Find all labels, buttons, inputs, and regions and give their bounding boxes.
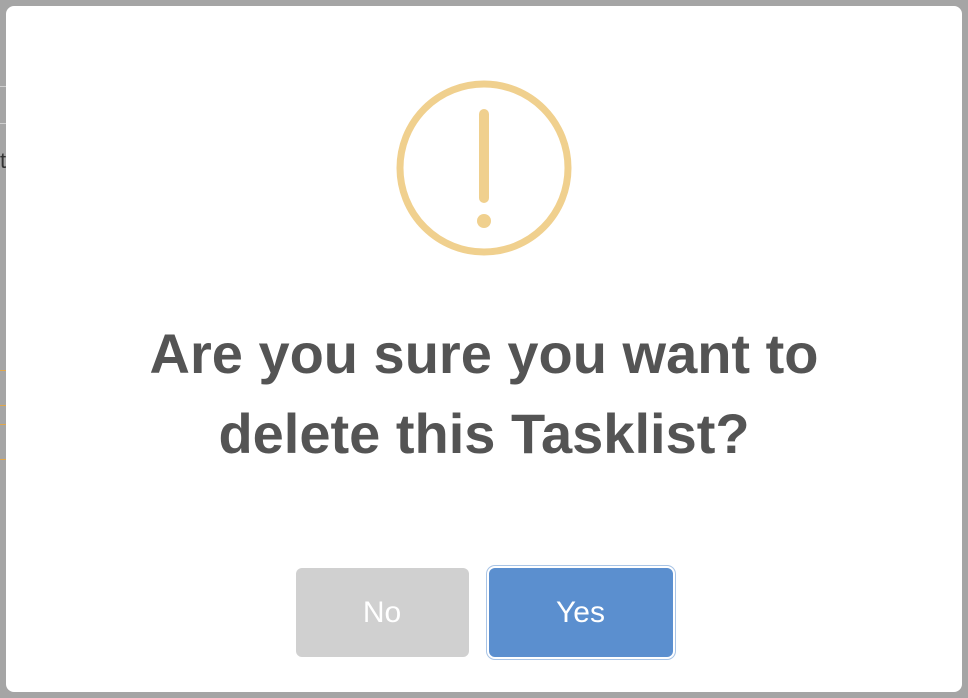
dialog-actions: No Yes (6, 568, 962, 657)
confirm-delete-dialog: Are you sure you want to delete this Tas… (6, 6, 962, 692)
dialog-title: Are you sure you want to delete this Tas… (149, 322, 819, 465)
yes-button[interactable]: Yes (488, 568, 673, 657)
no-button[interactable]: No (295, 568, 469, 657)
warning-exclamation-icon (396, 80, 572, 256)
